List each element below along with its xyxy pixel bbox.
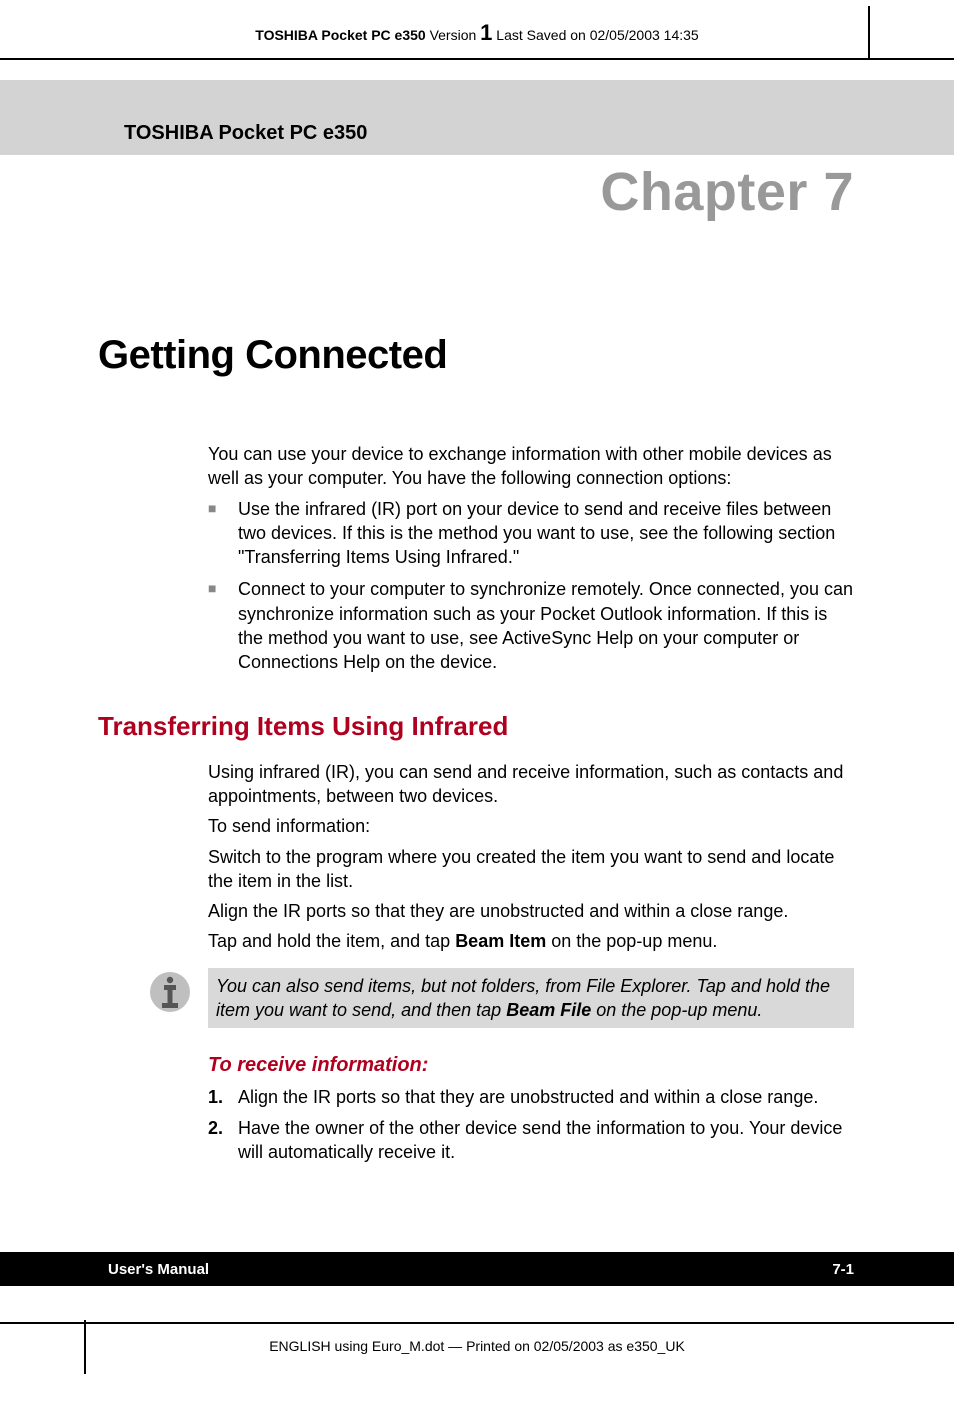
header-product: TOSHIBA Pocket PC e350 bbox=[255, 27, 425, 43]
list-item: 2. Have the owner of the other device se… bbox=[208, 1116, 854, 1165]
list-item: 1. Align the IR ports so that they are u… bbox=[208, 1085, 854, 1109]
banner-product-title: TOSHIBA Pocket PC e350 bbox=[0, 110, 954, 155]
info-note-box: You can also send items, but not folders… bbox=[208, 968, 854, 1029]
step-number: 1. bbox=[208, 1085, 223, 1109]
body-paragraph: Using infrared (IR), you can send and re… bbox=[208, 760, 854, 809]
body-paragraph: To send information: bbox=[208, 814, 854, 838]
header-saved: Last Saved on 02/05/2003 14:35 bbox=[492, 27, 698, 43]
intro-content: You can use your device to exchange info… bbox=[0, 378, 954, 675]
header-version-label: Version bbox=[426, 27, 480, 43]
info-icon bbox=[148, 970, 192, 1014]
decorative-rule-top bbox=[868, 6, 870, 58]
chapter-label: Chapter 7 bbox=[0, 155, 954, 223]
text-bold: Beam Item bbox=[455, 931, 546, 951]
info-note-row: You can also send items, but not folders… bbox=[148, 968, 854, 1029]
numbered-steps: 1. Align the IR ports so that they are u… bbox=[0, 1077, 954, 1164]
gray-banner: TOSHIBA Pocket PC e350 bbox=[0, 80, 954, 155]
document-page: TOSHIBA Pocket PC e350 Version 1 Last Sa… bbox=[0, 0, 954, 1408]
bottom-print-line: ENGLISH using Euro_M.dot — Printed on 02… bbox=[0, 1338, 954, 1354]
text-suffix: on the pop-up menu. bbox=[546, 931, 717, 951]
footer-divider bbox=[0, 1322, 954, 1324]
footer-bar: User's Manual 7-1 bbox=[0, 1252, 954, 1286]
section-body: Using infrared (IR), you can send and re… bbox=[0, 742, 954, 954]
chapter-heading: Getting Connected bbox=[0, 223, 954, 378]
header-version-number: 1 bbox=[480, 20, 492, 45]
note-bold: Beam File bbox=[506, 1000, 591, 1020]
body-paragraph: Tap and hold the item, and tap Beam Item… bbox=[208, 929, 854, 953]
step-text: Align the IR ports so that they are unob… bbox=[238, 1087, 818, 1107]
page-header: TOSHIBA Pocket PC e350 Version 1 Last Sa… bbox=[0, 0, 954, 54]
intro-paragraph: You can use your device to exchange info… bbox=[208, 442, 854, 491]
body-paragraph: Align the IR ports so that they are unob… bbox=[208, 899, 854, 923]
footer-left: User's Manual bbox=[108, 1261, 209, 1278]
options-list: Use the infrared (IR) port on your devic… bbox=[208, 497, 854, 675]
note-suffix: on the pop-up menu. bbox=[591, 1000, 762, 1020]
footer-right: 7-1 bbox=[832, 1261, 854, 1278]
subsection-heading: To receive information: bbox=[0, 1028, 954, 1077]
body-paragraph: Switch to the program where you created … bbox=[208, 845, 854, 894]
step-text: Have the owner of the other device send … bbox=[238, 1118, 842, 1162]
list-item: Connect to your computer to synchronize … bbox=[208, 577, 854, 674]
section-heading: Transferring Items Using Infrared bbox=[0, 683, 954, 742]
list-item: Use the infrared (IR) port on your devic… bbox=[208, 497, 854, 570]
text-prefix: Tap and hold the item, and tap bbox=[208, 931, 455, 951]
step-number: 2. bbox=[208, 1116, 223, 1140]
top-divider bbox=[0, 58, 954, 60]
